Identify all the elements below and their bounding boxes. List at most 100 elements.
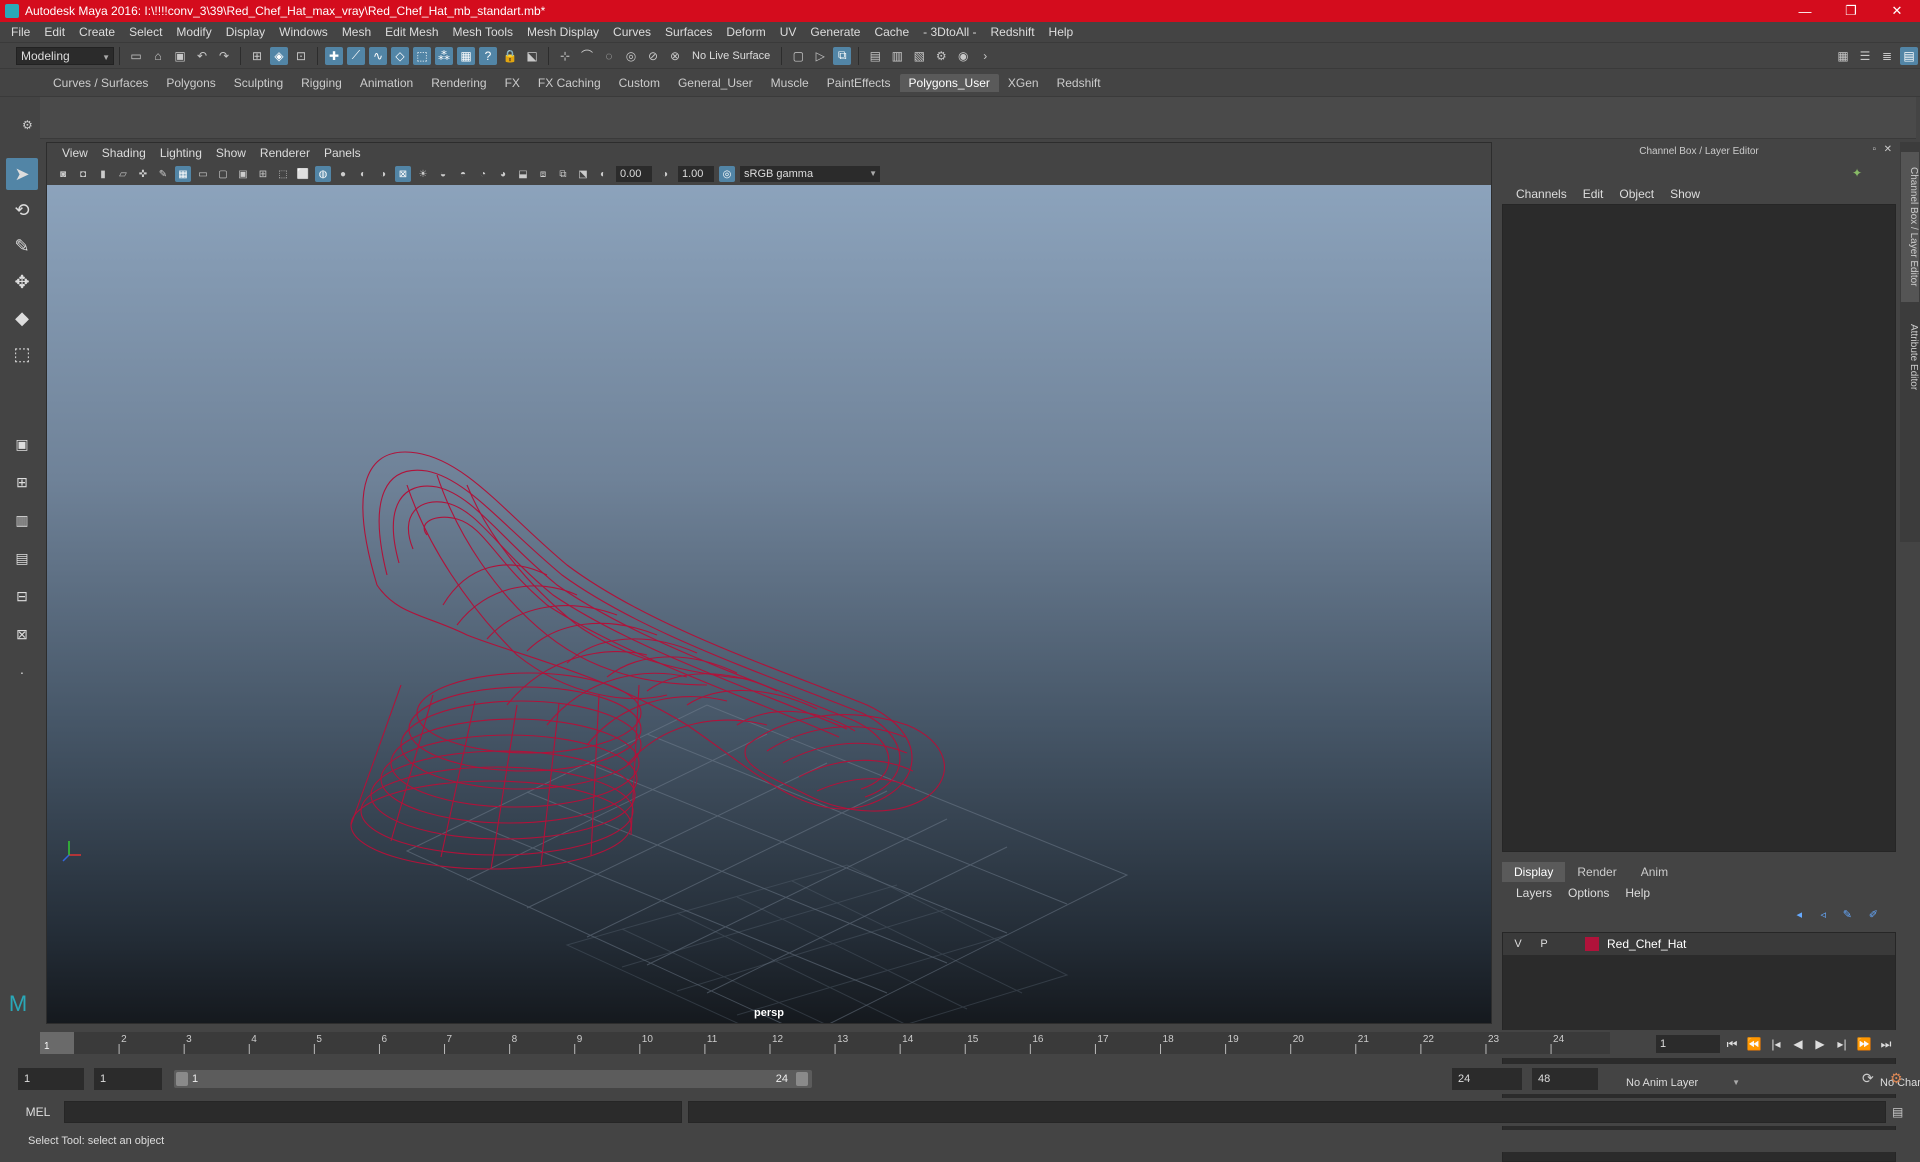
anim-layer-select[interactable]: No Anim Layer	[1620, 1072, 1744, 1094]
shadows-icon[interactable]: ◒	[435, 166, 451, 182]
layer-tab-render[interactable]: Render	[1565, 862, 1628, 882]
viewport-menu-show[interactable]: Show	[209, 146, 253, 160]
safe-action-icon[interactable]: ⬚	[275, 166, 291, 182]
menu-file[interactable]: File	[4, 25, 37, 39]
shelf-tab-redshift[interactable]: Redshift	[1048, 74, 1110, 92]
select-by-component-icon[interactable]: ⊡	[292, 47, 310, 65]
resolution-gate-icon[interactable]: ▢	[215, 166, 231, 182]
range-start-handle[interactable]	[176, 1072, 188, 1086]
new-layer-icon[interactable]: ✎	[1843, 908, 1852, 921]
undo-icon[interactable]: ↶	[193, 47, 211, 65]
grid-icon[interactable]: ▦	[175, 166, 191, 182]
toggle-channel-box-icon[interactable]: ▤	[1900, 46, 1918, 65]
menu-edit-mesh[interactable]: Edit Mesh	[378, 25, 445, 39]
history-icon[interactable]: ▷	[811, 47, 829, 65]
gamma-field[interactable]: 1.00	[678, 166, 714, 182]
lock-selection-icon[interactable]: 🔒	[501, 47, 519, 65]
grease-pencil-icon[interactable]: ✎	[155, 166, 171, 182]
menu-cache[interactable]: Cache	[867, 25, 916, 39]
shelf-settings-icon[interactable]: ⚙	[22, 118, 33, 132]
viewport-menu-shading[interactable]: Shading	[95, 146, 153, 160]
highlight-selection-icon[interactable]: ⬕	[523, 47, 541, 65]
shelf-tab-painteffects[interactable]: PaintEffects	[818, 74, 900, 92]
viewport-menu-panels[interactable]: Panels	[317, 146, 368, 160]
select-misc-icon[interactable]: ?	[479, 46, 497, 65]
shelf-tab-general-user[interactable]: General_User	[669, 74, 762, 92]
shelf-tab-animation[interactable]: Animation	[351, 74, 422, 92]
select-deformations-icon[interactable]: ⬚	[413, 46, 431, 65]
gate-mask-icon[interactable]: ▣	[235, 166, 251, 182]
select-handles-icon[interactable]: ✚	[325, 46, 343, 65]
layer-menu-options[interactable]: Options	[1560, 886, 1617, 900]
xray-icon[interactable]: ⧈	[535, 166, 551, 182]
ipr-render-icon[interactable]: ▧	[910, 47, 928, 65]
textured-icon[interactable]: ◑	[375, 166, 391, 182]
workspace-modeling-icon[interactable]: ▦	[1834, 47, 1852, 65]
menu-surfaces[interactable]: Surfaces	[658, 25, 719, 39]
select-curves-icon[interactable]: ∿	[369, 46, 387, 65]
outliner-perspective-layout-icon[interactable]: ⊠	[8, 620, 36, 648]
film-gate-icon[interactable]: ▭	[195, 166, 211, 182]
shelf-tab-xgen[interactable]: XGen	[999, 74, 1048, 92]
menu-help[interactable]: Help	[1042, 25, 1081, 39]
field-chart-icon[interactable]: ⊞	[255, 166, 271, 182]
select-surfaces-icon[interactable]: ◇	[391, 46, 409, 65]
animation-end-field[interactable]: 48	[1532, 1068, 1598, 1090]
expand-arrow-icon[interactable]: ›	[976, 47, 994, 65]
scale-tool-icon[interactable]: ⬚	[6, 338, 38, 370]
anti-aliasing-icon[interactable]: ◕	[495, 166, 511, 182]
select-dynamics-icon[interactable]: ⁂	[435, 46, 453, 65]
snap-point-icon[interactable]: ◌	[600, 47, 618, 65]
symmetry-icon[interactable]: ⧉	[833, 46, 852, 65]
four-view-layout-icon[interactable]: ⊞	[8, 468, 36, 496]
animation-start-field[interactable]: 1	[18, 1068, 84, 1090]
menu-mesh-tools[interactable]: Mesh Tools	[446, 25, 520, 39]
menu-deform[interactable]: Deform	[719, 25, 772, 39]
render-view-icon[interactable]: ▤	[866, 47, 884, 65]
layer-menu-help[interactable]: Help	[1617, 886, 1658, 900]
default-material-icon[interactable]: ◐	[355, 166, 371, 182]
command-language-label[interactable]: MEL	[12, 1105, 64, 1119]
image-plane-icon[interactable]: ▱	[115, 166, 131, 182]
script-editor-icon[interactable]: ▤	[1892, 1105, 1903, 1119]
perspective-outliner-layout-icon[interactable]: ▥	[8, 506, 36, 534]
single-perspective-layout-icon[interactable]: ▣	[8, 430, 36, 458]
float-panel-icon[interactable]: ▫	[1872, 144, 1876, 155]
screen-space-ao-icon[interactable]: ◓	[455, 166, 471, 182]
select-joints-icon[interactable]: ⟋	[347, 46, 365, 65]
render-frame-icon[interactable]: ▥	[888, 47, 906, 65]
snap-curve-icon[interactable]: ⌒	[578, 47, 596, 65]
make-live-icon[interactable]: ⊘	[644, 47, 662, 65]
xray-components-icon[interactable]: ⬔	[575, 166, 591, 182]
minimize-button[interactable]: —	[1782, 0, 1828, 22]
construction-history-icon[interactable]: ▢	[789, 47, 807, 65]
live-surface-label[interactable]: No Live Surface	[686, 46, 777, 65]
time-slider[interactable]: 2 3 4 5 6 7 8 9 10 11 12 13 14 15 16 17 18 19 20 21 22 23 24 1	[20, 1030, 1650, 1058]
shelf-tab-fx[interactable]: FX	[496, 74, 529, 92]
camera-attributes-icon[interactable]: ◘	[75, 166, 91, 182]
menu-edit[interactable]: Edit	[37, 25, 72, 39]
menu-3dtoall[interactable]: - 3DtoAll -	[916, 25, 983, 39]
step-back-frame-icon[interactable]: |◂	[1766, 1035, 1786, 1053]
menu-curves[interactable]: Curves	[606, 25, 658, 39]
range-slider[interactable]: 1 24	[174, 1070, 812, 1088]
play-backwards-icon[interactable]: ◀	[1788, 1035, 1808, 1053]
channel-box-menu-edit[interactable]: Edit	[1575, 187, 1612, 201]
exposure-icon[interactable]: ◐	[595, 166, 611, 182]
snap-grid-icon[interactable]: ⊹	[556, 47, 574, 65]
select-rendering-icon[interactable]: ▦	[457, 46, 475, 65]
menu-display[interactable]: Display	[219, 25, 272, 39]
animation-preferences-icon[interactable]: ⚙	[1890, 1070, 1903, 1087]
shelf-tab-rendering[interactable]: Rendering	[422, 74, 495, 92]
camera-icon[interactable]: ◙	[55, 166, 71, 182]
smooth-shade-icon[interactable]: ●	[335, 166, 351, 182]
shelf-tab-custom[interactable]: Custom	[610, 74, 669, 92]
current-frame-field[interactable]: 1	[1656, 1035, 1720, 1053]
channel-box-menu-channels[interactable]: Channels	[1508, 187, 1575, 201]
shelf-tab-fx-caching[interactable]: FX Caching	[529, 74, 610, 92]
layer-tab-anim[interactable]: Anim	[1629, 862, 1680, 882]
select-by-object-icon[interactable]: ◈	[270, 46, 288, 65]
safe-title-icon[interactable]: ⬜	[295, 166, 311, 182]
channel-box-menu-show[interactable]: Show	[1662, 187, 1708, 201]
viewport-menu-lighting[interactable]: Lighting	[153, 146, 209, 160]
